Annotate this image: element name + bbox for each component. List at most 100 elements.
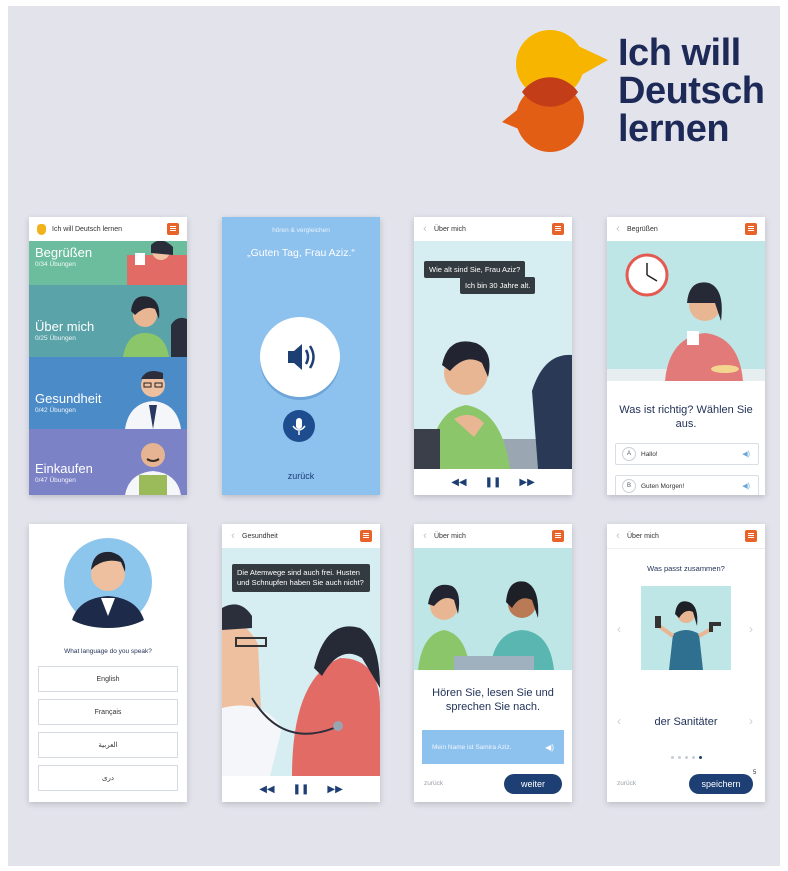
woman-holding-objects-illustration — [641, 586, 731, 670]
instruction-text: Hören Sie, lesen Sie und sprechen Sie na… — [432, 687, 554, 713]
play-audio-button[interactable] — [260, 317, 340, 397]
exercise-instruction: hören & vergleichen — [272, 227, 330, 234]
next-chevron-icon[interactable]: › — [749, 622, 753, 636]
menu-icon[interactable] — [552, 530, 564, 542]
answer-option-b[interactable]: B Guten Morgen! ◀) — [615, 475, 759, 495]
speaker-icon[interactable]: ◀) — [742, 482, 750, 490]
previous-chevron-icon[interactable]: ‹ — [617, 622, 621, 636]
language-question: What language do you speak? — [64, 648, 152, 655]
language-option-english[interactable]: English — [38, 666, 178, 692]
matching-question: Was passt zusammen? — [647, 564, 725, 573]
option-text: Guten Morgen! — [641, 482, 685, 490]
playback-controls: ◀◀ ❚❚ ▶▶ — [414, 469, 572, 495]
record-button[interactable] — [283, 410, 315, 442]
speech-bubble-answer: Ich bin 30 Jahre alt. — [460, 277, 536, 294]
category-name: Begrüßen — [35, 245, 93, 260]
logo-wordmark: Ich will Deutsch lernen — [618, 32, 765, 150]
screen-dialog: ‹ Über mich Wie alt sind Sie, Frau Aziz?… — [414, 217, 572, 495]
screen-title: Über mich — [627, 532, 659, 540]
menu-icon[interactable] — [552, 223, 564, 235]
back-link[interactable]: zurück — [617, 780, 636, 787]
shopkeeper-illustration — [125, 443, 181, 495]
forward-icon[interactable]: ▶▶ — [519, 477, 534, 488]
app-bar: ‹ Über mich — [414, 524, 572, 549]
save-button[interactable]: speichern — [689, 774, 753, 794]
screen-title: Begrüßen — [627, 225, 658, 233]
category-name: Einkaufen — [35, 461, 93, 476]
quiz-question: Was ist richtig? Wählen Sie aus. — [619, 404, 753, 430]
category-name: Gesundheit — [35, 391, 102, 406]
language-option-arabic[interactable]: العربية — [38, 732, 178, 758]
back-link[interactable]: zurück — [424, 780, 443, 787]
microphone-icon — [292, 418, 306, 435]
category-progress: 0/42 Übungen — [35, 407, 76, 414]
app-logo-icon — [37, 223, 46, 235]
screen-language-select: What language do you speak? English Fran… — [29, 524, 187, 802]
screen-quiz: ‹ Begrüßen Was ist richtig? Wählen Sie a… — [607, 217, 765, 495]
man-portrait-illustration — [29, 524, 187, 642]
menu-icon[interactable] — [360, 530, 372, 542]
woman-drinking-illustration — [127, 241, 187, 285]
option-text: Hallo! — [641, 450, 658, 458]
category-begruessen[interactable]: Begrüßen 0/34 Übungen — [29, 241, 187, 285]
forward-icon[interactable]: ▶▶ — [327, 784, 342, 795]
pause-icon[interactable]: ❚❚ — [293, 784, 310, 795]
category-ueber-mich[interactable]: Über mich 0/25 Übungen — [29, 285, 187, 357]
logo-line-1: Ich will — [618, 32, 741, 74]
category-progress: 0/25 Übungen — [35, 335, 76, 342]
speaker-icon — [288, 344, 315, 370]
category-gesundheit[interactable]: Gesundheit 0/42 Übungen — [29, 357, 187, 429]
woman-with-cup-illustration — [607, 241, 765, 381]
category-progress: 0/47 Übungen — [35, 477, 76, 484]
speaker-icon[interactable]: ◀) — [742, 450, 750, 458]
language-option-french[interactable]: Français — [38, 699, 178, 725]
logo-line-3: lernen — [618, 108, 730, 150]
category-name: Über mich — [35, 319, 95, 334]
app-bar: ‹ Über mich — [607, 524, 765, 549]
phrase-text: „Guten Tag, Frau Aziz.“ — [247, 247, 355, 259]
app-bar: ‹ Gesundheit — [222, 524, 380, 549]
screen-listen-compare: hören & vergleichen „Guten Tag, Frau Azi… — [222, 217, 380, 495]
category-einkaufen[interactable]: Einkaufen 0/47 Übungen — [29, 429, 187, 495]
screen-title: Über mich — [434, 225, 466, 233]
screen-categories: Ich will Deutsch lernen Begrüßen 0/34 Üb… — [29, 217, 187, 495]
sentence-card[interactable]: Mein Name ist Samira Aziz. ◀) — [422, 730, 564, 764]
app-bar: ‹ Über mich — [414, 217, 572, 242]
speaker-icon[interactable]: ◀) — [545, 743, 554, 752]
menu-icon[interactable] — [167, 223, 179, 235]
screen-matching: ‹ Über mich Was passt zusammen? ‹ › ‹ › … — [607, 524, 765, 802]
rewind-icon[interactable]: ◀◀ — [451, 477, 466, 488]
back-chevron-icon[interactable]: ‹ — [226, 530, 240, 542]
screen-doctor-dialog: ‹ Gesundheit Die Atemwege sind auch frei… — [222, 524, 380, 802]
pagination-dots — [671, 756, 702, 759]
back-link[interactable]: zurück — [222, 471, 380, 481]
answer-option-a[interactable]: A Hallo! ◀) — [615, 443, 759, 465]
rewind-icon[interactable]: ◀◀ — [259, 784, 274, 795]
app-bar: Ich will Deutsch lernen — [29, 217, 187, 242]
language-option-dari[interactable]: دری — [38, 765, 178, 791]
back-chevron-icon[interactable]: ‹ — [611, 223, 625, 235]
back-chevron-icon[interactable]: ‹ — [418, 530, 432, 542]
category-progress: 0/34 Übungen — [35, 261, 76, 268]
screen-title: Gesundheit — [242, 532, 278, 540]
screen-repeat: ‹ Über mich Hören Sie, lesen Sie und spr… — [414, 524, 572, 802]
menu-icon[interactable] — [745, 530, 757, 542]
back-chevron-icon[interactable]: ‹ — [418, 223, 432, 235]
woman-portrait-illustration — [123, 296, 187, 357]
speech-bubble-doctor: Die Atemwege sind auch frei. Husten und … — [232, 564, 370, 592]
next-button[interactable]: weiter — [504, 774, 562, 794]
speech-bubble-question: Wie alt sind Sie, Frau Aziz? — [424, 261, 526, 278]
menu-icon[interactable] — [745, 223, 757, 235]
option-letter: A — [622, 447, 636, 461]
matching-word: der Sanitäter — [654, 716, 718, 728]
two-women-talking-illustration — [414, 548, 572, 670]
pause-icon[interactable]: ❚❚ — [485, 477, 502, 488]
save-count-badge: 5 — [753, 770, 757, 776]
back-chevron-icon[interactable]: ‹ — [611, 530, 625, 542]
screen-title: Über mich — [434, 532, 466, 540]
playback-controls: ◀◀ ❚❚ ▶▶ — [222, 776, 380, 802]
logo-line-2: Deutsch — [618, 70, 765, 112]
doctor-illustration — [125, 371, 181, 429]
sentence-text: Mein Name ist Samira Aziz. — [432, 743, 512, 751]
option-letter: B — [622, 479, 636, 493]
